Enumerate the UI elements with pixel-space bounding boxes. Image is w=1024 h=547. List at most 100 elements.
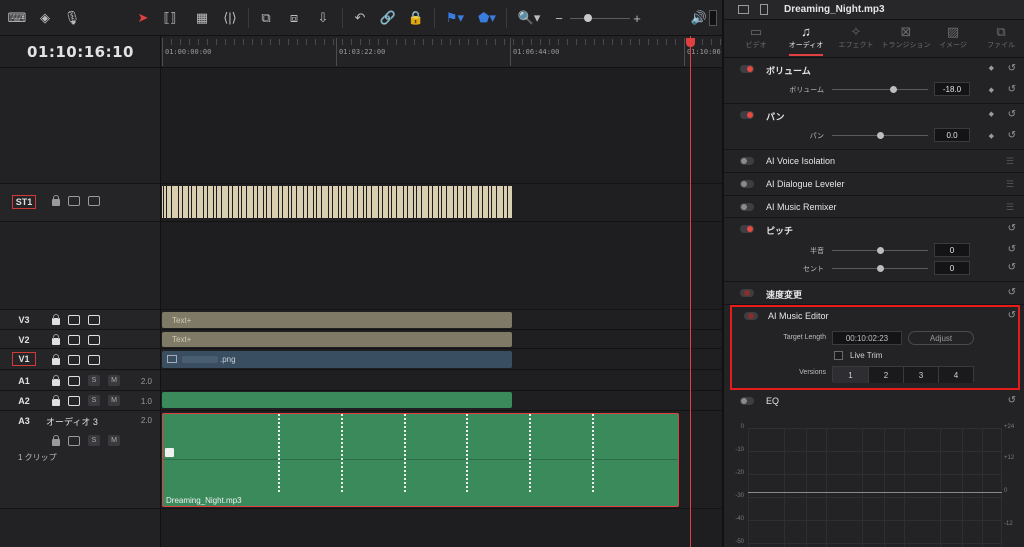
reset-icon[interactable]: ↺ (1008, 63, 1016, 74)
version-4-button[interactable]: 4 (938, 367, 973, 383)
track-enable-icon[interactable] (88, 315, 100, 325)
volume-slider-knob[interactable] (890, 86, 897, 93)
mute-button[interactable]: M (108, 435, 120, 446)
solo-button[interactable]: S (88, 375, 100, 386)
position-lock-icon[interactable]: 🔒 (408, 9, 424, 27)
tab-effects[interactable]: ✧ エフェクト (831, 20, 881, 58)
adjust-button[interactable]: Adjust (908, 331, 974, 345)
zoom-in-icon[interactable]: + (632, 9, 642, 27)
solo-button[interactable]: S (88, 395, 100, 406)
music-clip[interactable]: Dreaming_Night.mp3 (162, 413, 679, 507)
replace-clip-icon[interactable]: ⇩ (312, 9, 334, 27)
eye-icon[interactable]: ◈ (34, 9, 56, 27)
clip-icon[interactable] (760, 4, 768, 15)
timeline-view-icon[interactable]: ⌨ (6, 9, 28, 27)
subtitle-clips[interactable] (162, 186, 512, 218)
keyframe-icon[interactable]: ◆ (989, 86, 994, 94)
track-name-a2[interactable]: A2 (12, 394, 36, 408)
blade-icon[interactable]: ⟨|⟩ (220, 9, 240, 27)
zoom-out-icon[interactable]: − (554, 9, 564, 27)
auto-select-icon[interactable] (68, 355, 80, 365)
lock-icon[interactable] (52, 334, 60, 345)
cent-slider-knob[interactable] (877, 265, 884, 272)
ai-music-editor-toggle[interactable] (744, 312, 758, 320)
timeline-ruler[interactable]: 01:00:00:00 01:03:22:00 01:06:44:00 01:1… (161, 36, 722, 68)
playhead[interactable] (690, 36, 691, 547)
link-icon[interactable]: 🔗 (380, 9, 396, 27)
auto-select-icon[interactable] (68, 315, 80, 325)
snapping-icon[interactable]: ↶ (352, 9, 368, 27)
version-3-button[interactable]: 3 (903, 367, 938, 383)
semitone-value[interactable]: 0 (934, 243, 970, 257)
track-name-a3[interactable]: A3 (12, 414, 36, 428)
auto-select-icon[interactable] (68, 436, 80, 446)
tab-transition[interactable]: ⊠ トランジション (881, 20, 931, 58)
audio-clip[interactable] (162, 392, 512, 408)
edit-point[interactable] (341, 414, 343, 492)
reset-icon[interactable]: ↺ (1008, 223, 1016, 234)
edit-point[interactable] (466, 414, 468, 492)
settings-sliders-icon[interactable]: ☰ (1006, 202, 1014, 213)
edit-point[interactable] (529, 414, 531, 492)
track-label[interactable]: オーディオ 3 (46, 415, 98, 428)
text-clip[interactable]: Text+ (162, 332, 512, 347)
auto-select-icon[interactable] (68, 335, 80, 345)
lock-icon[interactable] (52, 395, 60, 406)
pitch-toggle[interactable] (740, 225, 754, 233)
track-enable-icon[interactable] (88, 355, 100, 365)
track-name-a1[interactable]: A1 (12, 374, 36, 388)
track-name-v3[interactable]: V3 (12, 313, 36, 327)
version-2-button[interactable]: 2 (868, 367, 903, 383)
keyframe-icon[interactable]: ◆ (989, 110, 994, 118)
reset-icon[interactable]: ↺ (1008, 287, 1016, 298)
reset-icon[interactable]: ↺ (1008, 244, 1016, 255)
eq-curve[interactable] (748, 492, 1002, 493)
target-length-field[interactable]: 00:10:02:23 (832, 331, 902, 345)
auto-select-icon[interactable] (68, 396, 80, 406)
playhead-handle[interactable] (686, 38, 695, 47)
lock-icon[interactable] (52, 195, 60, 206)
track-name-v2[interactable]: V2 (12, 333, 36, 347)
inspector-view-icon[interactable] (738, 5, 749, 14)
eq-toggle[interactable] (740, 397, 754, 405)
reset-icon[interactable]: ↺ (1008, 109, 1016, 120)
volume-value[interactable]: -18.0 (934, 82, 970, 96)
edit-point[interactable] (278, 414, 280, 492)
settings-sliders-icon[interactable]: ☰ (1006, 179, 1014, 190)
volume-slider[interactable] (832, 89, 928, 90)
speaker-icon[interactable]: 🔊 (691, 9, 707, 27)
eq-graph[interactable] (748, 428, 1002, 547)
volume-toggle[interactable] (740, 65, 754, 73)
semitone-slider-knob[interactable] (877, 247, 884, 254)
pan-value[interactable]: 0.0 (934, 128, 970, 142)
tab-file[interactable]: ⧉ ファイル (976, 20, 1024, 58)
clip-marker-icon[interactable] (165, 448, 174, 457)
reset-icon[interactable]: ↺ (1008, 310, 1016, 321)
ai-voice-isolation-toggle[interactable] (740, 157, 754, 165)
version-1-button[interactable]: 1 (833, 367, 868, 383)
live-trim-checkbox[interactable] (834, 351, 843, 360)
zoom-icon[interactable]: 🔍▾ (514, 9, 544, 27)
lock-icon[interactable] (52, 435, 60, 446)
trim-icon[interactable]: ⟦⟧ (160, 9, 180, 27)
reset-icon[interactable]: ↺ (1008, 130, 1016, 141)
track-name-v1[interactable]: V1 (12, 352, 36, 366)
reset-icon[interactable]: ↺ (1008, 262, 1016, 273)
keyframe-icon[interactable]: ◆ (989, 64, 994, 72)
pointer-icon[interactable]: ➤ (136, 9, 150, 27)
cent-value[interactable]: 0 (934, 261, 970, 275)
mute-button[interactable]: M (108, 395, 120, 406)
edit-point[interactable] (592, 414, 594, 492)
auto-select-icon[interactable] (68, 376, 80, 386)
dynamic-trim-icon[interactable]: ▦ (192, 9, 212, 27)
ai-dialogue-leveler-toggle[interactable] (740, 180, 754, 188)
speed-change-toggle[interactable] (740, 289, 754, 297)
zoom-slider-track[interactable] (570, 18, 630, 19)
flag-icon[interactable]: ⚑▾ (444, 9, 466, 27)
settings-sliders-icon[interactable]: ☰ (1006, 156, 1014, 167)
track-enable-icon[interactable] (88, 335, 100, 345)
keyframe-icon[interactable]: ◆ (989, 132, 994, 140)
tab-video[interactable]: ▭ ビデオ (731, 20, 781, 58)
lock-icon[interactable] (52, 375, 60, 386)
timecode-display[interactable]: 01:10:16:10 (0, 36, 161, 68)
